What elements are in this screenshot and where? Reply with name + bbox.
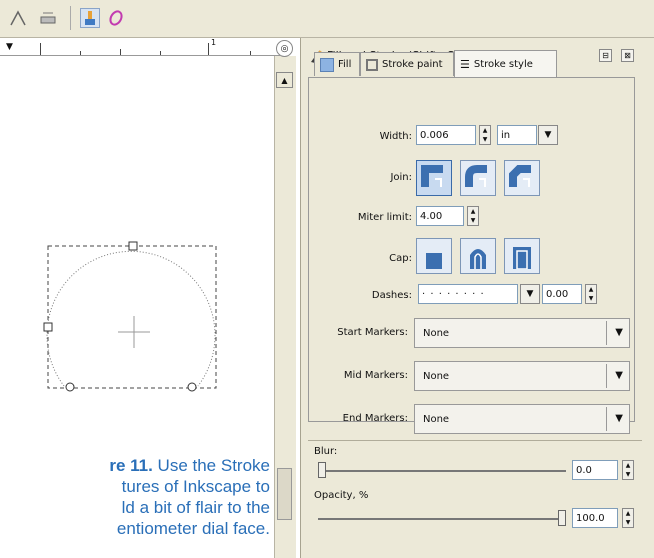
gradient-tool-icon[interactable] — [80, 8, 100, 28]
opacity-slider-thumb[interactable] — [558, 510, 566, 526]
dash-pattern-select[interactable]: · · · · · · · · — [418, 284, 518, 304]
tab-fill-label: Fill — [338, 59, 352, 70]
miter-limit-input[interactable]: 4.00 — [416, 206, 464, 226]
mid-markers-select[interactable]: None ▼ — [414, 361, 630, 391]
pencil-tool-icon[interactable] — [38, 8, 58, 28]
mid-markers-dropdown-icon[interactable]: ▼ — [615, 370, 623, 381]
stroke-style-icon: ☰ — [460, 57, 470, 71]
cap-square-button[interactable] — [504, 238, 540, 274]
blur-slider-thumb[interactable] — [318, 462, 326, 478]
dash-dropdown-icon[interactable]: ▼ — [520, 284, 540, 304]
left-handle — [43, 322, 53, 332]
width-label: Width: — [379, 131, 412, 142]
cap-butt-button[interactable] — [416, 238, 452, 274]
end-markers-value: None — [423, 414, 450, 425]
ruler-arrow-icon: ▼ — [6, 42, 13, 52]
blur-slider-track[interactable] — [318, 470, 566, 472]
stroke-paint-icon — [366, 58, 378, 71]
join-label: Join: — [390, 172, 412, 183]
panel-divider — [308, 440, 642, 441]
blur-label: Blur: — [314, 446, 338, 457]
mid-markers-value: None — [423, 371, 450, 382]
ruler-label: 1 — [211, 38, 217, 47]
cap-round-button[interactable] — [460, 238, 496, 274]
caption-line-4: entiometer dial face. — [116, 519, 270, 538]
dashes-label: Dashes: — [371, 290, 412, 301]
miter-limit-spinner[interactable]: ▲ ▼ — [467, 206, 479, 226]
node-tool-icon[interactable] — [8, 8, 28, 28]
tab-stroke-style-label: Stroke style — [473, 58, 533, 70]
unit-dropdown-icon[interactable]: ▼ — [538, 125, 558, 145]
fill-swatch-icon — [320, 57, 334, 72]
figure-caption: re 11. Use the Stroke tures of Inkscape … — [0, 455, 270, 539]
mid-markers-label: Mid Markers: — [343, 370, 408, 381]
node-right — [187, 382, 197, 392]
start-markers-label: Start Markers: — [337, 327, 408, 338]
start-markers-select[interactable]: None ▼ — [414, 318, 630, 348]
tab-stroke-style[interactable]: ☰ Stroke style — [454, 50, 557, 77]
node-left — [65, 382, 75, 392]
horizontal-ruler: 1 — [0, 38, 280, 56]
caption-figure-number: re 11. — [109, 456, 153, 475]
join-round-button[interactable] — [460, 160, 496, 196]
caption-line-1: Use the Stroke — [152, 456, 270, 475]
scroll-thumb[interactable] — [277, 468, 292, 520]
end-markers-label: End Markers: — [342, 413, 408, 424]
dash-offset-spinner[interactable]: ▲ ▼ — [585, 284, 597, 304]
dropper-tool-icon[interactable] — [106, 8, 126, 28]
dialog-menu-icon[interactable]: ⊟ — [599, 49, 612, 62]
opacity-slider-track[interactable] — [318, 518, 566, 520]
opacity-input[interactable]: 100.0 — [572, 508, 618, 528]
end-markers-dropdown-icon[interactable]: ▼ — [615, 413, 623, 424]
toolbar — [0, 0, 654, 38]
tab-stroke-paint[interactable]: Stroke paint — [360, 52, 454, 76]
dialog-close-icon[interactable]: ⊠ — [621, 49, 634, 62]
selection-box — [47, 245, 217, 389]
end-markers-select[interactable]: None ▼ — [414, 404, 630, 434]
toolbar-separator — [70, 6, 71, 30]
join-bevel-button[interactable] — [504, 160, 540, 196]
tab-fill[interactable]: Fill — [314, 52, 360, 76]
blur-spinner[interactable]: ▲ ▼ — [622, 460, 634, 480]
tab-stroke-paint-label: Stroke paint — [382, 59, 443, 70]
miter-limit-label: Miter limit: — [357, 212, 412, 223]
blur-input[interactable]: 0.0 — [572, 460, 618, 480]
scroll-up-button[interactable]: ▲ — [276, 72, 293, 88]
width-spinner[interactable]: ▲ ▼ — [479, 125, 491, 145]
start-markers-value: None — [423, 328, 450, 339]
caption-line-2: tures of Inkscape to — [121, 477, 270, 496]
dial-arc — [46, 250, 216, 387]
opacity-spinner[interactable]: ▲ ▼ — [622, 508, 634, 528]
cap-label: Cap: — [389, 253, 412, 264]
width-input[interactable]: 0.006 — [416, 125, 476, 145]
opacity-label: Opacity, % — [314, 490, 369, 501]
unit-select[interactable]: in — [497, 125, 537, 145]
start-markers-dropdown-icon[interactable]: ▼ — [615, 327, 623, 338]
top-handle — [128, 241, 138, 251]
join-miter-button[interactable] — [416, 160, 452, 196]
zoom-corner-icon[interactable]: ◎ — [276, 40, 293, 57]
dash-offset-input[interactable]: 0.00 — [542, 284, 582, 304]
caption-line-3: ld a bit of flair to the — [121, 498, 270, 517]
